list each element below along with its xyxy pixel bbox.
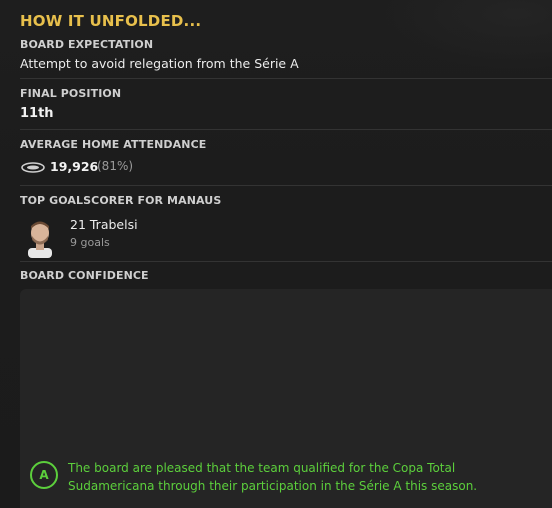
board-confidence-label: BOARD CONFIDENCE [20, 269, 149, 282]
confidence-grade-badge: A [30, 461, 58, 489]
season-review-panel: HOW IT UNFOLDED... BOARD EXPECTATION Att… [0, 0, 552, 508]
background-decoration [372, 0, 552, 70]
divider [20, 185, 552, 186]
top-scorer-name[interactable]: 21 Trabelsi [70, 217, 138, 232]
panel-title: HOW IT UNFOLDED... [20, 12, 202, 30]
divider [20, 261, 552, 262]
final-position-label: FINAL POSITION [20, 87, 122, 100]
stadium-icon [21, 162, 45, 173]
board-confidence-message: The board are pleased that the team qual… [68, 461, 478, 493]
board-expectation-label: BOARD EXPECTATION [20, 38, 154, 51]
attendance-label: AVERAGE HOME ATTENDANCE [20, 138, 207, 151]
player-avatar[interactable] [22, 216, 58, 258]
final-position-value: 11th [20, 106, 54, 121]
attendance-percent: (81%) [97, 159, 134, 173]
top-scorer-label: TOP GOALSCORER FOR MANAUS [20, 194, 222, 207]
board-expectation-value: Attempt to avoid relegation from the Sér… [20, 56, 299, 71]
top-scorer-goals: 9 goals [70, 236, 110, 249]
attendance-value: 19,926 [50, 159, 99, 174]
divider [20, 78, 552, 79]
divider [20, 129, 552, 130]
